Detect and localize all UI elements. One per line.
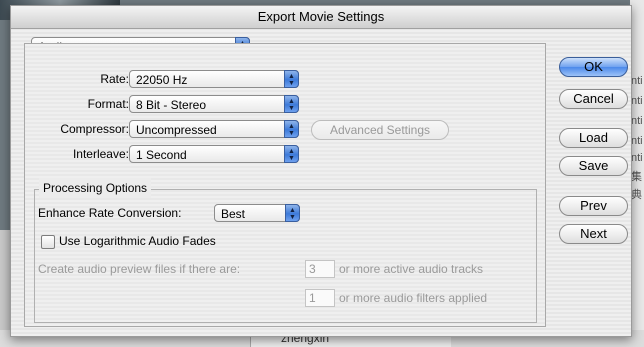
- prev-button[interactable]: Prev: [559, 196, 628, 216]
- background-text: nti: [631, 135, 643, 147]
- rate-popup[interactable]: 22050 Hz ▲ ▼: [129, 70, 299, 88]
- enhance-rate-value: Best: [221, 207, 246, 221]
- popup-arrows-icon: ▲▼: [284, 70, 299, 88]
- background-window-right: nti nti nti nti nti 集 典: [630, 0, 644, 347]
- save-button[interactable]: Save: [559, 156, 628, 176]
- popup-arrows-icon: ▲▼: [284, 95, 299, 113]
- compressor-popup[interactable]: Uncompressed ▲ ▼: [129, 120, 299, 138]
- format-value: 8 Bit - Stereo: [136, 98, 207, 112]
- background-text: 集: [631, 171, 642, 183]
- audio-tracks-suffix: or more active audio tracks: [339, 262, 484, 276]
- interleave-value: 1 Second: [136, 148, 187, 162]
- log-fades-label: Use Logarithmic Audio Fades: [59, 234, 216, 248]
- compressor-value: Uncompressed: [136, 123, 217, 137]
- format-popup[interactable]: 8 Bit - Stereo ▲ ▼: [129, 95, 299, 113]
- preview-files-label: Create audio preview files if there are:: [38, 262, 241, 276]
- audio-tracks-field[interactable]: 3: [305, 260, 335, 278]
- processing-options-title: Processing Options: [39, 178, 152, 198]
- popup-arrows-icon: ▲▼: [285, 204, 300, 222]
- format-label: Format:: [87, 97, 129, 111]
- background-text: nti: [631, 95, 643, 107]
- interleave-label: Interleave:: [72, 147, 129, 161]
- audio-filters-suffix: or more audio filters applied: [339, 291, 488, 305]
- export-movie-settings-dialog: Export Movie Settings Audio ▲▼ Rate: 220…: [10, 5, 632, 337]
- compressor-label: Compressor:: [60, 122, 129, 136]
- popup-arrows-icon: ▲▼: [284, 145, 299, 163]
- background-text: nti: [631, 115, 643, 127]
- audio-filters-field[interactable]: 1: [305, 289, 335, 307]
- cancel-button[interactable]: Cancel: [559, 89, 628, 109]
- audio-settings-pane: Rate: 22050 Hz ▲ ▼ Format: 8 Bit - Stereo…: [24, 43, 546, 327]
- background-text: nti: [631, 75, 643, 87]
- next-button[interactable]: Next: [559, 224, 628, 244]
- interleave-popup[interactable]: 1 Second ▲ ▼: [129, 145, 299, 163]
- ok-button[interactable]: OK: [559, 57, 628, 77]
- enhance-rate-label: Enhance Rate Conversion:: [38, 206, 182, 220]
- enhance-rate-popup[interactable]: Best ▲ ▼: [214, 204, 300, 222]
- log-fades-checkbox[interactable]: [41, 235, 55, 249]
- load-button[interactable]: Load: [559, 128, 628, 148]
- rate-label: Rate:: [100, 72, 129, 86]
- rate-value: 22050 Hz: [136, 73, 188, 87]
- popup-arrows-icon: ▲▼: [284, 120, 299, 138]
- advanced-settings-button[interactable]: Advanced Settings: [311, 120, 449, 140]
- background-text: 典: [631, 189, 642, 201]
- background-text: nti: [631, 152, 643, 164]
- dialog-title: Export Movie Settings: [11, 6, 631, 29]
